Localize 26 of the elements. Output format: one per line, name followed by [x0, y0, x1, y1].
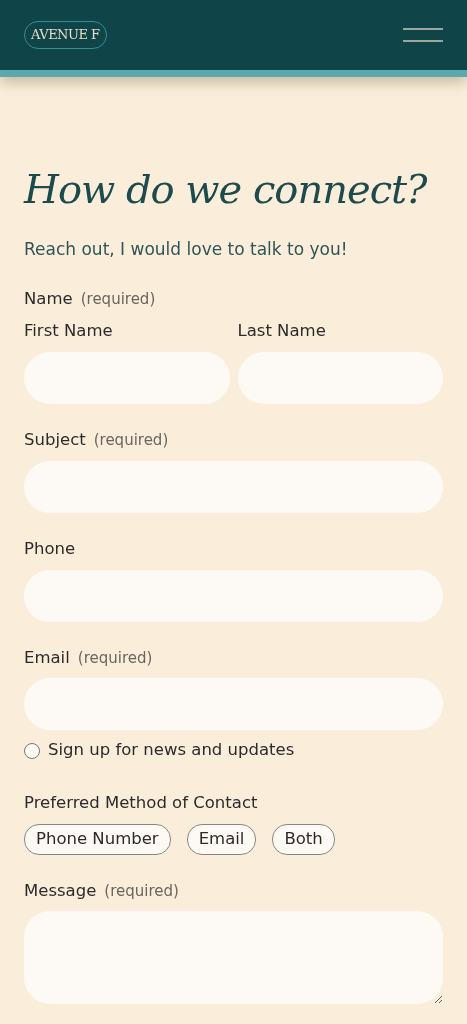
- text-input[interactable]: [24, 569, 443, 622]
- text-input[interactable]: [24, 678, 443, 731]
- field-label: Preferred Method of Contact: [24, 792, 259, 814]
- field-label: Subject: [24, 429, 86, 451]
- text-input[interactable]: [24, 460, 443, 513]
- required-note: (required): [93, 430, 169, 451]
- message-field[interactable]: [24, 911, 443, 1005]
- field-label: First Name: [24, 320, 114, 343]
- field-label: Phone: [24, 537, 76, 560]
- option-button[interactable]: Email: [186, 823, 257, 855]
- field-label: Message: [24, 879, 97, 902]
- field-label: Email: [24, 646, 70, 669]
- checkbox[interactable]: [24, 742, 40, 759]
- field-label: Last Name: [237, 320, 327, 343]
- required-note: (required): [104, 880, 179, 902]
- text-input[interactable]: [237, 352, 443, 404]
- text-input[interactable]: [24, 352, 230, 404]
- checkbox-label: Sign up for news and updates: [48, 739, 295, 762]
- field-label: Name: [24, 287, 73, 310]
- option-button[interactable]: Both: [272, 823, 335, 855]
- intro-text: Reach out, I would love to talk to you!: [24, 238, 349, 261]
- option-button[interactable]: Phone Number: [24, 823, 171, 855]
- required-note: (required): [80, 288, 156, 310]
- menu-icon[interactable]: [403, 28, 443, 42]
- page-heading: How do we connect?: [24, 165, 428, 213]
- required-note: (required): [77, 647, 153, 669]
